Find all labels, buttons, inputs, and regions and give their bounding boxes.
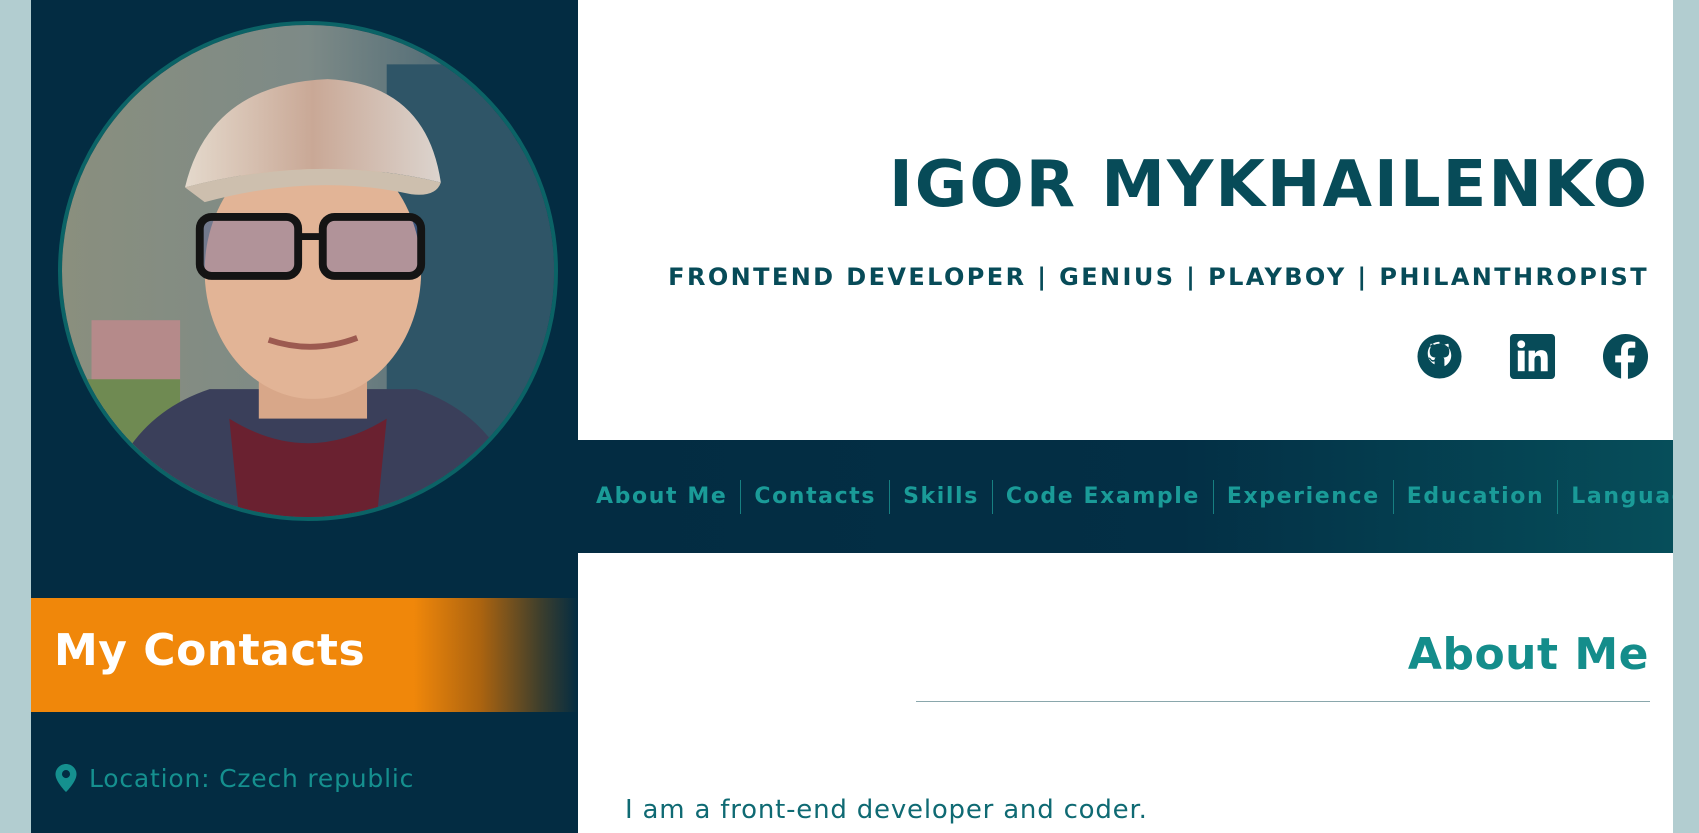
nav-item-contacts[interactable]: Contacts <box>740 479 889 514</box>
page-title: IGOR MYKHAILENKO <box>888 148 1649 222</box>
contact-location: Location: Czech republic <box>55 760 414 796</box>
header: IGOR MYKHAILENKO FRONTEND DEVELOPER | GE… <box>578 0 1673 440</box>
sidebar: My Contacts Location: Czech republic <box>31 0 578 833</box>
nav-item-experience[interactable]: Experience <box>1212 479 1393 514</box>
contacts-header: My Contacts <box>31 598 578 712</box>
github-icon[interactable] <box>1416 333 1463 380</box>
contact-location-text: Location: Czech republic <box>89 763 415 793</box>
nav-item-skills[interactable]: Skills <box>889 479 992 514</box>
tagline: FRONTEND DEVELOPER | GENIUS | PLAYBOY | … <box>668 263 1649 291</box>
section-title-about-me: About Me <box>1407 629 1649 680</box>
nav-item-code-example[interactable]: Code Example <box>991 479 1213 514</box>
social-links <box>1416 333 1649 380</box>
avatar <box>58 21 558 521</box>
facebook-icon[interactable] <box>1602 333 1649 380</box>
nav-item-languages[interactable]: Languages <box>1557 479 1673 514</box>
main-nav: About Me Contacts Skills Code Example Ex… <box>578 440 1673 553</box>
linkedin-icon[interactable] <box>1509 333 1556 380</box>
profile-photo <box>62 25 554 517</box>
nav-item-education[interactable]: Education <box>1392 479 1558 514</box>
section-divider <box>916 701 1650 702</box>
page: My Contacts Location: Czech republic IGO… <box>31 0 1673 833</box>
map-pin-icon <box>55 764 77 792</box>
nav-item-about-me[interactable]: About Me <box>596 480 740 514</box>
contacts-title: My Contacts <box>54 625 366 676</box>
main-content: About Me I am a front-end developer and … <box>578 553 1673 833</box>
about-text: I am a front-end developer and coder. <box>625 795 1148 825</box>
